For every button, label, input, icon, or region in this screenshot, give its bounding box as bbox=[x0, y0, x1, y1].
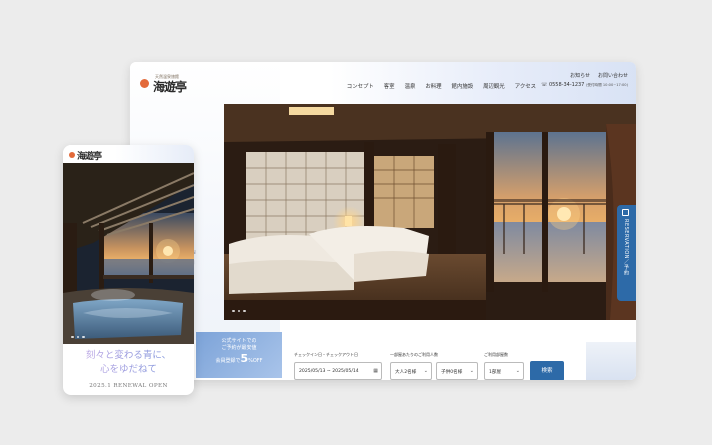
calendar-icon bbox=[622, 209, 629, 216]
phone-hours: (受付時間 10:00~17:00) bbox=[585, 83, 628, 87]
date-range-value: 2025/05/13 ~ 2025/05/14 bbox=[299, 369, 359, 374]
rooms-value: 1部屋 bbox=[489, 370, 502, 375]
room-scene-illustration bbox=[224, 104, 636, 320]
phone-number[interactable]: ☏ 0558-34-1237 (受付時間 10:00~17:00) bbox=[541, 82, 628, 88]
desktop-mockup: 天然温泉旅館 海遊亭 コンセプト 客室 温泉 お料理 館内施設 周辺観光 アクセ… bbox=[130, 62, 636, 380]
chevron-down-icon: ⌄ bbox=[515, 368, 520, 374]
contact-link[interactable]: お問い合わせ bbox=[598, 72, 628, 79]
rooms-select[interactable]: 1部屋 ⌄ bbox=[484, 362, 524, 380]
checkin-label: チェックイン日・チェックアウト日 bbox=[294, 352, 358, 357]
phone-icon: ☏ bbox=[541, 82, 548, 88]
hero-slider-dots[interactable] bbox=[232, 309, 246, 312]
catch-line-2: 心をゆだねて bbox=[99, 364, 157, 375]
mobile-header: 海遊亭 bbox=[63, 145, 194, 163]
nav-cuisine[interactable]: お料理 bbox=[425, 82, 441, 90]
catch-line-1: 刻々と変わる青に、 bbox=[85, 350, 172, 361]
decorative-wave bbox=[586, 342, 636, 380]
children-value: 子供0名様 bbox=[441, 370, 463, 375]
phone-value: 0558-34-1237 bbox=[548, 82, 585, 88]
news-link[interactable]: お知らせ bbox=[570, 72, 590, 79]
utility-links: お知らせ お問い合わせ bbox=[570, 72, 628, 79]
nav-rooms[interactable]: 客室 bbox=[384, 82, 395, 90]
nav-concept[interactable]: コンセプト bbox=[347, 82, 374, 90]
nav-sightseeing[interactable]: 周辺観光 bbox=[483, 82, 505, 90]
mobile-mockup: 海遊亭 刻々と変わる青に、 心をゆだねて 2025.1 RENEWAL OPEN bbox=[63, 145, 194, 395]
site-logo[interactable]: 天然温泉旅館 海遊亭 bbox=[140, 74, 190, 94]
chevron-down-icon: ⌄ bbox=[423, 368, 428, 374]
adults-select[interactable]: 大人2名様 ⌄ bbox=[390, 362, 432, 380]
chevron-down-icon: ⌄ bbox=[469, 368, 474, 374]
nav-onsen[interactable]: 温泉 bbox=[405, 82, 416, 90]
mobile-slider-dots[interactable] bbox=[71, 335, 85, 338]
nav-access[interactable]: アクセス bbox=[515, 82, 536, 90]
mobile-catchcopy: 刻々と変わる青に、 心をゆだねて bbox=[63, 349, 194, 377]
onsen-scene-illustration bbox=[63, 163, 194, 344]
date-range-input[interactable]: 2025/05/13 ~ 2025/05/14 ▦ bbox=[294, 362, 382, 380]
promo-badge[interactable]: 公式サイトでの ご予約が最安値 会員登録で5%OFF bbox=[196, 332, 282, 378]
rooms-label: ご利用部屋数 bbox=[484, 352, 508, 357]
reservation-label: RESERVATION／予約 bbox=[623, 219, 629, 276]
main-nav: コンセプト 客室 温泉 お料理 館内施設 周辺観光 アクセス bbox=[347, 82, 536, 90]
renewal-text: 2025.1 RENEWAL OPEN bbox=[89, 383, 168, 389]
logo-name: 海遊亭 bbox=[153, 80, 187, 94]
promo-line-1: 公式サイトでの bbox=[221, 338, 257, 344]
promo-line-3: 会員登録で5%OFF bbox=[215, 352, 263, 365]
guests-label: 一部屋あたりのご利用人数 bbox=[390, 352, 438, 357]
reservation-tab[interactable]: RESERVATION／予約 bbox=[617, 205, 636, 301]
sun-logo-icon bbox=[69, 152, 75, 158]
mobile-hero-image bbox=[63, 163, 194, 344]
mobile-logo[interactable]: 海遊亭 bbox=[69, 148, 109, 162]
nav-facilities[interactable]: 館内施設 bbox=[452, 82, 474, 90]
hero-image-room bbox=[224, 104, 636, 320]
children-select[interactable]: 子供0名様 ⌄ bbox=[436, 362, 478, 380]
calendar-small-icon: ▦ bbox=[373, 368, 378, 374]
search-button[interactable]: 検索 bbox=[530, 361, 564, 380]
booking-bar: 公式サイトでの ご予約が最安値 会員登録で5%OFF チェックイン日・チェックア… bbox=[190, 332, 590, 380]
sun-logo-icon bbox=[140, 79, 149, 88]
adults-value: 大人2名様 bbox=[395, 370, 417, 375]
promo-line-2: ご予約が最安値 bbox=[221, 345, 257, 351]
mobile-logo-name: 海遊亭 bbox=[77, 152, 102, 162]
